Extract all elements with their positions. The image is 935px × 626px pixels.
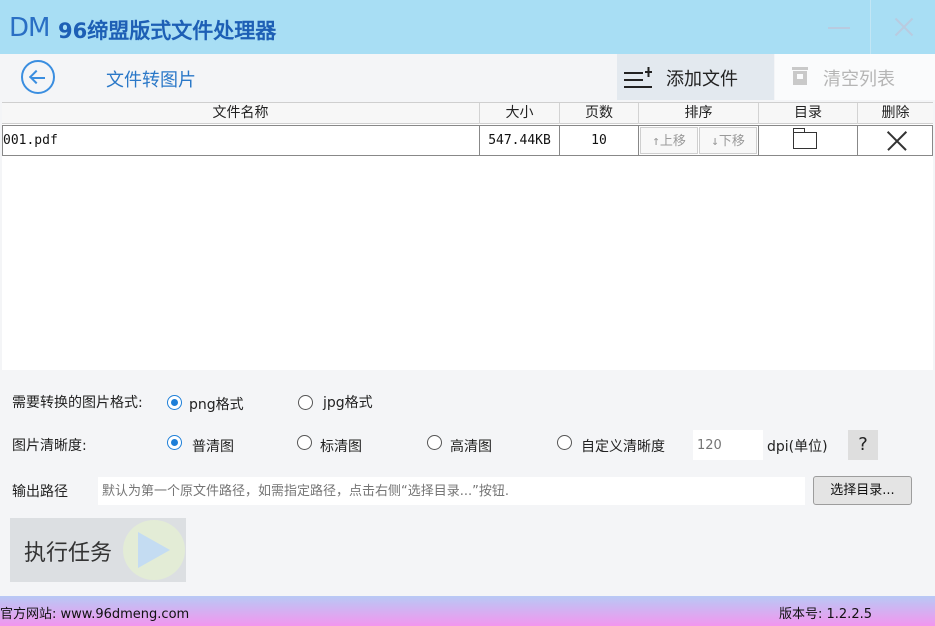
file-table: 文件名称 大小 页数 排序 目录 删除 001.pdf 547.44KB 10 … — [2, 102, 933, 370]
table-header: 文件名称 大小 页数 排序 目录 删除 — [2, 102, 933, 124]
clarity-option-high[interactable]: 高清图 — [450, 436, 492, 456]
sort-cell: ↑上移 ↓下移 — [639, 126, 759, 155]
trash-icon — [792, 67, 808, 85]
column-header-size: 大小 — [480, 103, 560, 124]
add-list-icon — [624, 67, 652, 88]
add-file-label: 添加文件 — [666, 69, 738, 90]
column-header-name: 文件名称 — [2, 103, 480, 124]
delete-x-icon[interactable] — [886, 130, 908, 152]
close-icon[interactable] — [870, 0, 934, 54]
back-arrow-icon[interactable] — [21, 60, 55, 94]
add-file-button[interactable]: 添加文件 — [617, 54, 774, 100]
column-header-delete: 删除 — [881, 105, 910, 121]
clarity-radio-normal[interactable] — [167, 435, 182, 450]
format-option-png[interactable]: png格式 — [189, 394, 244, 414]
format-label: 需要转换的图片格式: — [12, 395, 143, 411]
dpi-input[interactable] — [693, 430, 763, 460]
table-row[interactable]: 001.pdf 547.44KB 10 ↑上移 ↓下移 — [2, 125, 933, 156]
move-up-button[interactable]: ↑上移 — [640, 127, 698, 154]
format-radio-png[interactable] — [167, 395, 182, 410]
format-radio-jpg[interactable] — [298, 395, 313, 410]
page-title: 文件转图片 — [106, 70, 196, 91]
clarity-radio-custom[interactable] — [557, 435, 572, 450]
dpi-unit-label: dpi(单位) — [767, 439, 828, 455]
run-task-label: 执行任务 — [24, 541, 113, 566]
help-button[interactable]: ? — [848, 430, 878, 460]
select-folder-button[interactable]: 选择目录... — [813, 476, 912, 505]
play-icon — [138, 532, 170, 568]
clear-list-label: 清空列表 — [823, 69, 895, 90]
clarity-radio-standard[interactable] — [297, 435, 312, 450]
clarity-option-standard[interactable]: 标清图 — [320, 436, 362, 456]
website-text[interactable]: 官方网站: www.96dmeng.com — [0, 603, 189, 622]
clarity-option-custom[interactable]: 自定义清晰度 — [581, 436, 665, 456]
app-logo: DM — [9, 13, 50, 43]
folder-cell — [759, 126, 858, 155]
column-header-sort: 排序 — [639, 103, 759, 124]
version-text: 版本号: 1.2.2.5 — [779, 607, 872, 622]
file-name-cell: 001.pdf — [3, 126, 480, 155]
output-path-input[interactable] — [98, 477, 805, 505]
file-size-cell: 547.44KB — [480, 126, 560, 155]
title-bar: DM 96缔盟版式文件处理器 — [0, 0, 935, 54]
clarity-radio-high[interactable] — [427, 435, 442, 450]
column-header-pages: 页数 — [560, 103, 639, 124]
toolbar: 文件转图片 添加文件 清空列表 — [0, 54, 935, 100]
output-path-label: 输出路径 — [12, 484, 68, 500]
minimize-icon[interactable] — [810, 0, 868, 54]
column-header-folder: 目录 — [759, 103, 858, 124]
delete-cell — [858, 126, 933, 155]
clarity-label: 图片清晰度: — [12, 438, 87, 454]
clear-list-button[interactable]: 清空列表 — [775, 54, 935, 100]
file-pages-cell: 10 — [560, 126, 639, 155]
status-bar: 官方网站: www.96dmeng.com 版本号: 1.2.2.5 — [0, 596, 935, 626]
move-down-button[interactable]: ↓下移 — [699, 127, 757, 154]
run-task-button[interactable]: 执行任务 — [10, 518, 186, 582]
app-title: 96缔盟版式文件处理器 — [58, 19, 277, 43]
clarity-option-normal[interactable]: 普清图 — [192, 436, 234, 456]
folder-icon[interactable] — [792, 128, 817, 149]
format-option-jpg[interactable]: jpg格式 — [323, 392, 373, 412]
